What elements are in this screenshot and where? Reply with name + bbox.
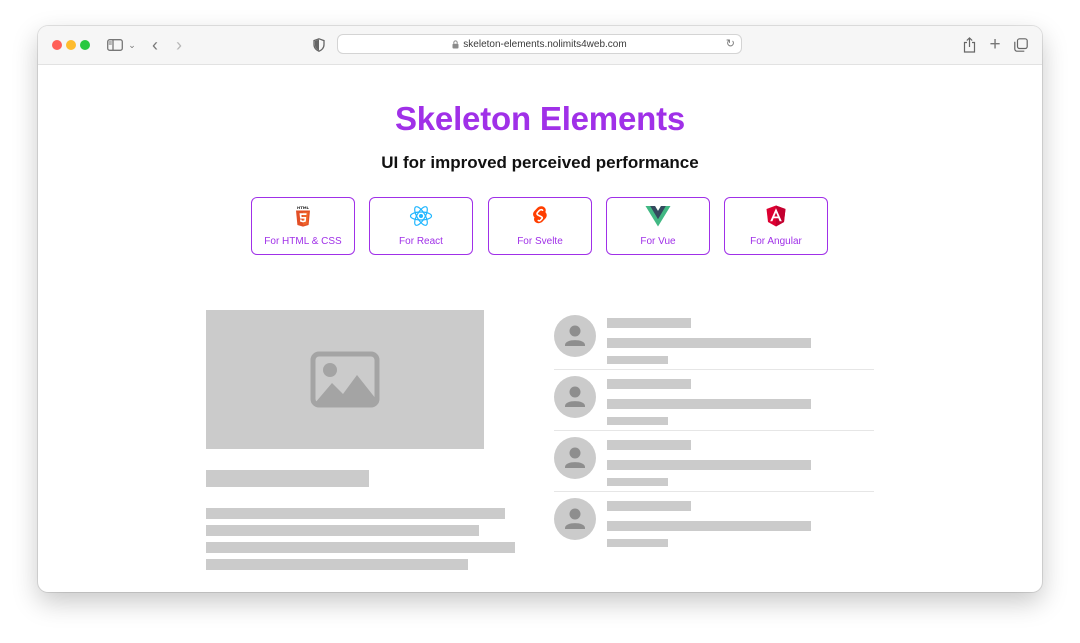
plus-icon[interactable]: + bbox=[986, 34, 1004, 55]
lock-icon bbox=[452, 39, 459, 49]
skeleton-text-line bbox=[206, 542, 515, 553]
skeleton-text-line bbox=[607, 460, 811, 470]
skeleton-meta-line bbox=[607, 356, 668, 364]
vue-button[interactable]: For Vue bbox=[606, 197, 710, 255]
skeleton-text-line bbox=[206, 508, 505, 519]
skeleton-meta-line bbox=[607, 539, 668, 547]
svelte-button[interactable]: For Svelte bbox=[488, 197, 592, 255]
browser-window: ⌄ ‹ › skeleton-elements.nolimits4web.com… bbox=[38, 26, 1042, 592]
list-divider bbox=[554, 491, 874, 492]
list-divider bbox=[554, 369, 874, 370]
skeleton-heading-line bbox=[206, 470, 369, 487]
html5-icon: HTML bbox=[252, 205, 354, 227]
skeleton-title-line bbox=[607, 440, 691, 450]
chevron-right-icon[interactable]: › bbox=[171, 35, 187, 55]
chevron-left-icon[interactable]: ‹ bbox=[147, 35, 163, 55]
address-bar[interactable]: skeleton-elements.nolimits4web.com ↻ bbox=[337, 34, 742, 54]
user-placeholder-icon bbox=[554, 498, 596, 540]
browser-toolbar: ⌄ ‹ › skeleton-elements.nolimits4web.com… bbox=[38, 26, 1042, 65]
angular-button-label: For Angular bbox=[750, 236, 802, 247]
skeleton-title-line bbox=[607, 501, 691, 511]
skeleton-text-line bbox=[607, 399, 811, 409]
list-divider bbox=[554, 430, 874, 431]
skeleton-text-line bbox=[607, 338, 811, 348]
close-window-button[interactable] bbox=[52, 40, 62, 50]
svg-text:HTML: HTML bbox=[297, 205, 310, 210]
svelte-icon bbox=[489, 205, 591, 227]
url-text: skeleton-elements.nolimits4web.com bbox=[463, 38, 627, 50]
user-placeholder-icon bbox=[554, 376, 596, 418]
reload-icon[interactable]: ↻ bbox=[726, 38, 735, 50]
angular-icon bbox=[725, 205, 827, 227]
vue-button-label: For Vue bbox=[640, 236, 676, 247]
react-button-label: For React bbox=[399, 236, 443, 247]
image-placeholder-icon bbox=[310, 351, 380, 408]
skeleton-title-line bbox=[607, 379, 691, 389]
skeleton-text-line bbox=[206, 525, 479, 536]
address-bar-content: skeleton-elements.nolimits4web.com bbox=[338, 35, 741, 53]
html-css-button-label: For HTML & CSS bbox=[264, 236, 342, 247]
skeleton-title-line bbox=[607, 318, 691, 328]
skeleton-text-line bbox=[206, 559, 468, 570]
react-icon bbox=[370, 205, 472, 227]
zoom-window-button[interactable] bbox=[80, 40, 90, 50]
vue-icon bbox=[607, 205, 709, 227]
angular-button[interactable]: For Angular bbox=[724, 197, 828, 255]
skeleton-meta-line bbox=[607, 478, 668, 486]
sidebar-icon[interactable] bbox=[106, 35, 124, 55]
html-css-button[interactable]: HTML For HTML & CSS bbox=[251, 197, 355, 255]
tabs-overview-icon[interactable] bbox=[1012, 35, 1030, 55]
svelte-button-label: For Svelte bbox=[517, 236, 563, 247]
share-icon[interactable] bbox=[960, 35, 978, 55]
page-title: Skeleton Elements bbox=[394, 100, 686, 137]
skeleton-text-line bbox=[607, 521, 811, 531]
react-button[interactable]: For React bbox=[369, 197, 473, 255]
user-placeholder-icon bbox=[554, 437, 596, 479]
user-placeholder-icon bbox=[554, 315, 596, 357]
skeleton-image-block bbox=[206, 310, 484, 449]
shield-icon[interactable] bbox=[310, 35, 328, 55]
skeleton-meta-line bbox=[607, 417, 668, 425]
chevron-down-icon[interactable]: ⌄ bbox=[127, 35, 137, 55]
page-content: Skeleton Elements UI for improved percei… bbox=[38, 64, 1042, 592]
minimize-window-button[interactable] bbox=[66, 40, 76, 50]
page-subtitle: UI for improved perceived performance bbox=[381, 153, 699, 172]
